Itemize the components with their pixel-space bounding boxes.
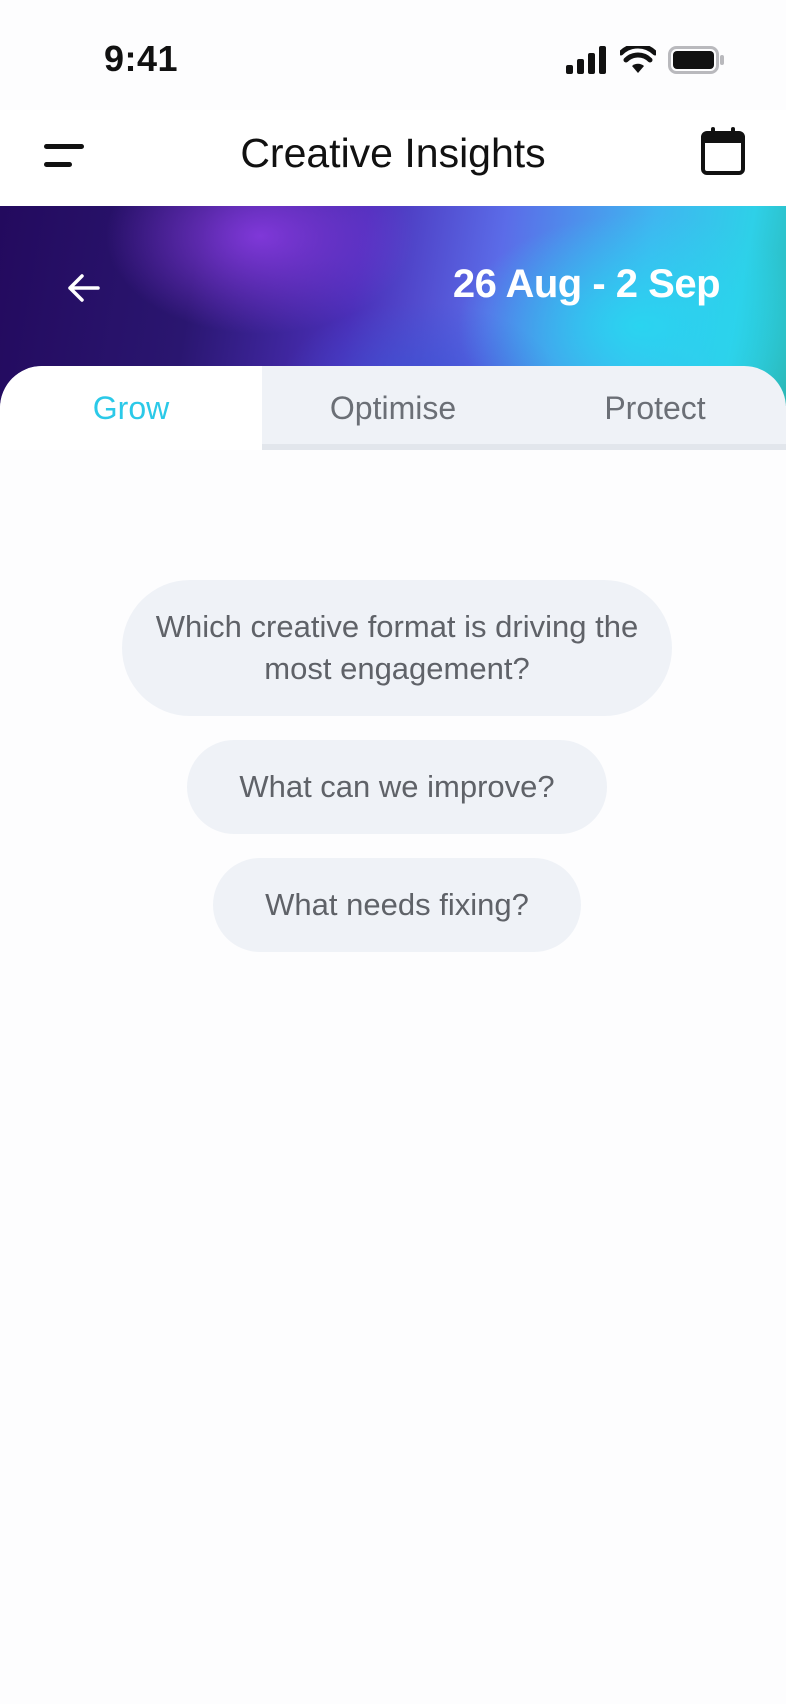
signal-icon (566, 46, 608, 74)
suggestion-chip-improve[interactable]: What can we improve? (187, 740, 607, 834)
tab-divider (262, 444, 786, 450)
calendar-button[interactable] (700, 126, 746, 176)
battery-icon (668, 46, 724, 74)
tab-protect[interactable]: Protect (524, 366, 786, 450)
status-bar: 9:41 (0, 0, 786, 110)
calendar-icon (700, 127, 746, 180)
tab-bar: Grow Optimise Protect (0, 366, 786, 450)
suggestion-chip-fixing[interactable]: What needs fixing? (213, 858, 581, 952)
status-icons (566, 40, 724, 80)
status-time: 9:41 (104, 38, 179, 79)
wifi-icon (620, 46, 656, 74)
date-range[interactable]: 26 Aug - 2 Sep (453, 262, 721, 307)
back-button[interactable] (64, 268, 104, 308)
app-header: Creative Insights (0, 110, 786, 206)
tab-optimise[interactable]: Optimise (262, 366, 524, 450)
tab-grow[interactable]: Grow (0, 366, 262, 450)
suggestion-chip-engagement[interactable]: Which creative format is driving the mos… (122, 580, 672, 716)
page-title: Creative Insights (240, 130, 546, 176)
arrow-left-icon (64, 274, 104, 312)
